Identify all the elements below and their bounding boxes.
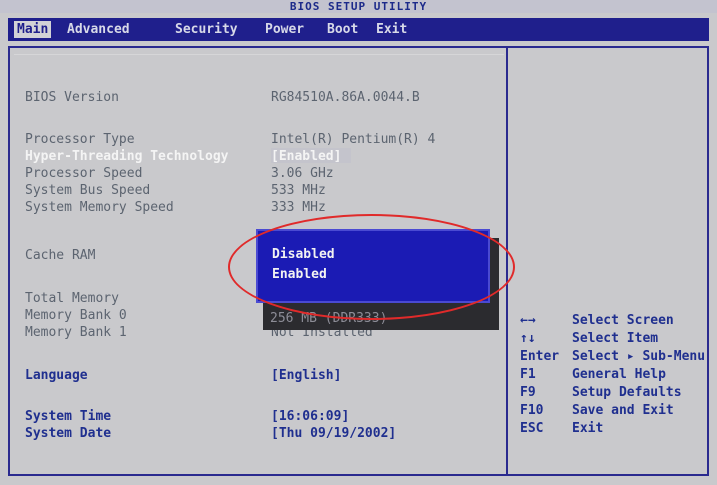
menu-main[interactable]: Main [14,21,52,38]
help-text-f1: General Help [572,367,666,382]
option-popup: Disabled Enabled [256,229,490,303]
system-time-value[interactable]: [16:06:09] [271,409,349,424]
help-key-f10: F10 [520,403,544,418]
panel-divider [506,46,508,476]
system-bus-speed-value: 533 MHz [271,183,326,198]
panel-inner-line [14,54,504,55]
language-label: Language [25,368,88,383]
help-text-select-item: Select Item [572,331,659,346]
option-enabled[interactable]: Enabled [272,267,327,282]
system-bus-speed-label: System Bus Speed [25,183,151,198]
help-key-f9: F9 [520,385,536,400]
menu-boot[interactable]: Boot [324,21,361,38]
help-text-f10: Save and Exit [572,403,674,418]
menu-bar: Main Advanced Security Power Boot Exit [8,18,709,41]
hyper-threading-value[interactable]: [Enabled] [271,149,341,164]
processor-speed-value: 3.06 GHz [271,166,334,181]
help-key-select-screen: ←→ [520,313,536,328]
help-key-select-item: ↑↓ [520,331,536,346]
language-value[interactable]: [English] [271,368,341,383]
memory-bank-1-label: Memory Bank 1 [25,325,127,340]
memory-bank-0-value: 256 MB (DDR333) [270,311,388,326]
total-memory-label: Total Memory [25,291,119,306]
menu-security[interactable]: Security [172,21,241,38]
system-date-value[interactable]: [Thu 09/19/2002] [271,426,396,441]
option-disabled[interactable]: Disabled [272,247,335,262]
processor-type-label: Processor Type [25,132,135,147]
help-key-enter: Enter [520,349,560,364]
help-key-esc: ESC [520,421,544,436]
help-text-enter: Select ▸ Sub-Menu [572,349,706,364]
help-key-f1: F1 [520,367,536,382]
bios-version-label: BIOS Version [25,90,119,105]
menu-exit[interactable]: Exit [373,21,410,38]
bios-screen: BIOS SETUP UTILITY Main Advanced Securit… [0,0,717,485]
cache-ram-label: Cache RAM [25,248,96,263]
hyper-threading-label[interactable]: Hyper-Threading Technology [25,149,229,164]
processor-speed-label: Processor Speed [25,166,143,181]
system-time-label: System Time [25,409,112,424]
processor-type-value: Intel(R) Pentium(R) 4 [271,132,436,147]
system-date-label: System Date [25,426,112,441]
help-text-select-screen: Select Screen [572,313,674,328]
help-text-esc: Exit [572,421,604,436]
help-text-f9: Setup Defaults [572,385,682,400]
system-memory-speed-value: 333 MHz [271,200,326,215]
memory-bank-0-label: Memory Bank 0 [25,308,127,323]
system-memory-speed-label: System Memory Speed [25,200,174,215]
menu-power[interactable]: Power [262,21,307,38]
bios-version-value: RG84510A.86A.0044.B [271,90,420,105]
window-title: BIOS SETUP UTILITY [0,0,717,13]
menu-advanced[interactable]: Advanced [64,21,133,38]
